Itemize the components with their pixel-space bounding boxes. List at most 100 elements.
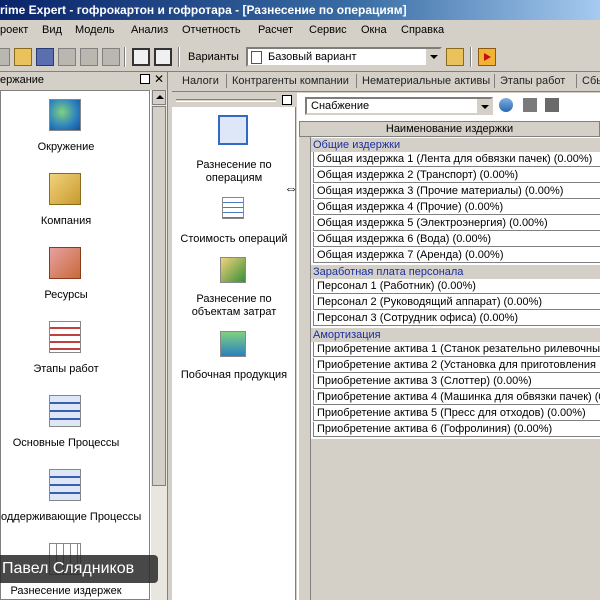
- toolbar-separator: [124, 47, 126, 67]
- tab-separator: [576, 74, 577, 88]
- op-item-operation-cost[interactable]: Стоимость операций: [172, 197, 296, 245]
- group-staff-salary[interactable]: Заработная плата персонала: [311, 265, 600, 279]
- calculator-icon: [222, 197, 244, 219]
- op-item-label: Стоимость операций: [180, 233, 288, 245]
- tab-intangible-assets[interactable]: Нематериальные активы: [362, 75, 490, 87]
- nav-item-resources[interactable]: Ресурсы: [1, 243, 149, 317]
- nav-item-company[interactable]: Компания: [1, 169, 149, 243]
- copy-icon[interactable]: [80, 48, 98, 66]
- menu-project[interactable]: роект: [0, 24, 28, 36]
- op-item-label: Разнесение по операциям: [196, 159, 272, 184]
- menu-calculation[interactable]: Расчет: [258, 24, 293, 36]
- byproduct-icon: [220, 331, 246, 357]
- menu-windows[interactable]: Окна: [361, 24, 387, 36]
- chevron-down-icon[interactable]: [425, 49, 440, 65]
- resize-arrows-icon[interactable]: ⇔: [284, 180, 298, 196]
- pin-icon[interactable]: [282, 95, 292, 105]
- run-calculation-icon[interactable]: [478, 48, 496, 66]
- op-item-byproducts[interactable]: Побочная продукция: [172, 331, 296, 383]
- table-row[interactable]: Персонал 1 (Работник) (0.00%): [313, 279, 600, 294]
- filter-icon[interactable]: [499, 98, 513, 112]
- nav-item-main-processes[interactable]: Основные Процессы: [1, 391, 149, 465]
- globe-icon: [49, 99, 81, 131]
- tab-counterparties[interactable]: Контрагенты компании: [232, 75, 349, 87]
- table-row[interactable]: Персонал 3 (Сотрудник офиса) (0.00%): [313, 311, 600, 326]
- layout-split-icon[interactable]: [154, 48, 172, 66]
- table-row[interactable]: Общая издержка 2 (Транспорт) (0.00%): [313, 168, 600, 183]
- grid-empty-area: [311, 439, 600, 600]
- save-icon[interactable]: [36, 48, 54, 66]
- close-icon[interactable]: ✕: [154, 72, 164, 86]
- column-header-cost-name[interactable]: Наименование издержки: [299, 121, 600, 137]
- tab-work-stages[interactable]: Этапы работ: [500, 75, 565, 87]
- table-row[interactable]: Персонал 2 (Руководящий аппарат) (0.00%): [313, 295, 600, 310]
- print-icon[interactable]: [58, 48, 76, 66]
- document-icon: [251, 51, 262, 64]
- open-folder-icon[interactable]: [14, 48, 32, 66]
- op-item-allocation-by-cost-objects[interactable]: Разнесение по объектам затрат: [172, 257, 296, 321]
- table-row[interactable]: Приобретение актива 4 (Машинка для обвяз…: [313, 390, 600, 405]
- preview-icon[interactable]: [102, 48, 120, 66]
- op-item-label: Разнесение по объектам затрат: [191, 293, 277, 318]
- toolbar-separator: [470, 47, 472, 67]
- group-depreciation[interactable]: Амортизация: [311, 328, 600, 342]
- group-general-costs[interactable]: Общие издержки: [311, 138, 600, 152]
- nav-item-label: оддерживающие Процессы: [1, 511, 142, 523]
- menu-help[interactable]: Справка: [401, 24, 444, 36]
- nav-item-label: Окружение: [37, 141, 95, 153]
- table-row[interactable]: Общая издержка 5 (Электроэнергия) (0.00%…: [313, 216, 600, 231]
- nav-item-label: Основные Процессы: [12, 437, 120, 449]
- table-row[interactable]: Общая издержка 4 (Прочие) (0.00%): [313, 200, 600, 215]
- nav-item-support-processes[interactable]: оддерживающие Процессы: [1, 465, 149, 539]
- department-select[interactable]: Снабжение: [305, 97, 493, 115]
- nav-item-label: Компания: [40, 215, 92, 227]
- table-row[interactable]: Приобретение актива 6 (Гофролиния) (0.00…: [313, 422, 600, 437]
- variant-manage-icon[interactable]: [446, 48, 464, 66]
- grid-tool-icon-2[interactable]: [545, 98, 559, 112]
- pin-icon[interactable]: [140, 74, 150, 84]
- pyramid-icon: [49, 173, 81, 205]
- op-item-allocation-by-operations[interactable]: Разнесение по операциям: [172, 115, 296, 187]
- gantt-icon: [49, 321, 81, 353]
- table-row[interactable]: Приобретение актива 5 (Пресс для отходов…: [313, 406, 600, 421]
- navigator-scrollbar[interactable]: [150, 90, 167, 600]
- tab-sales[interactable]: Сбы: [582, 75, 600, 87]
- table-row[interactable]: Общая издержка 3 (Прочие материалы) (0.0…: [313, 184, 600, 199]
- table-row[interactable]: Приобретение актива 1 (Станок резательно…: [313, 342, 600, 357]
- op-item-label: Побочная продукция: [180, 369, 288, 381]
- menu-view[interactable]: Вид: [42, 24, 62, 36]
- cost-allocation-panel: Снабжение Наименование издержки Общие из…: [297, 93, 600, 600]
- variants-label: Варианты: [188, 51, 239, 63]
- content-panel-header: ержание ✕: [0, 72, 168, 88]
- scroll-up-icon[interactable]: [152, 90, 166, 105]
- tab-bar: Налоги Контрагенты компании Нематериальн…: [172, 72, 600, 92]
- boxes-icon: [49, 247, 81, 279]
- grid-row-gutter: [299, 137, 311, 600]
- nav-item-environment[interactable]: Окружение: [1, 95, 149, 169]
- cost-objects-icon: [220, 257, 246, 283]
- table-row[interactable]: Общая издержка 7 (Аренда) (0.00%): [313, 248, 600, 263]
- navigator-list: Окружение Компания Ресурсы Этапы работ О…: [0, 90, 150, 600]
- table-row[interactable]: Общая издержка 6 (Вода) (0.00%): [313, 232, 600, 247]
- menu-service[interactable]: Сервис: [309, 24, 347, 36]
- toolbar: Варианты Базовый вариант: [0, 42, 600, 72]
- chevron-down-icon[interactable]: [476, 99, 491, 113]
- tab-taxes[interactable]: Налоги: [182, 75, 219, 87]
- department-value: Снабжение: [311, 100, 370, 112]
- layout-left-icon[interactable]: [132, 48, 150, 66]
- window-title: rime Expert - гофрокартон и гофротара - …: [0, 3, 407, 17]
- scroll-thumb[interactable]: [152, 106, 166, 486]
- table-row[interactable]: Приобретение актива 3 (Слоттер) (0.00%): [313, 374, 600, 389]
- costs-grid: Наименование издержки Общие издержки Общ…: [299, 121, 600, 600]
- table-row[interactable]: Общая издержка 1 (Лента для обвязки паче…: [313, 152, 600, 167]
- operations-panel: Разнесение по операциям Стоимость операц…: [172, 93, 296, 600]
- table-row[interactable]: Приобретение актива 2 (Установка для при…: [313, 358, 600, 373]
- menu-reports[interactable]: Отчетность: [182, 24, 241, 36]
- grid-tool-icon[interactable]: [523, 98, 537, 112]
- menu-analysis[interactable]: Анализ: [131, 24, 168, 36]
- nav-item-stages[interactable]: Этапы работ: [1, 317, 149, 391]
- variants-select[interactable]: Базовый вариант: [246, 47, 442, 67]
- new-icon[interactable]: [0, 48, 10, 66]
- menu-bar: роект Вид Модель Анализ Отчетность Расче…: [0, 20, 600, 42]
- menu-model[interactable]: Модель: [75, 24, 114, 36]
